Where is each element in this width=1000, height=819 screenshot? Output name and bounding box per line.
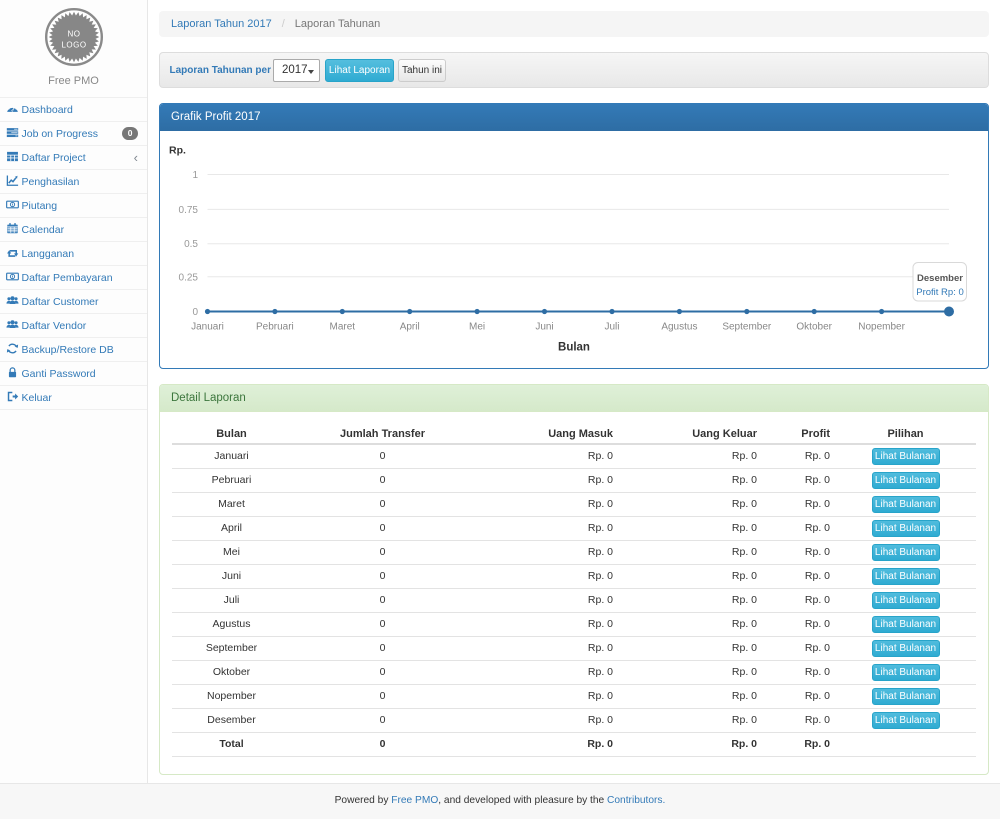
svg-text:Desember: Desember bbox=[917, 273, 963, 284]
svg-text:Maret: Maret bbox=[330, 322, 356, 333]
svg-text:0: 0 bbox=[192, 307, 198, 318]
svg-text:Nopember: Nopember bbox=[858, 322, 905, 333]
svg-text:Rp.: Rp. bbox=[169, 145, 186, 157]
svg-text:Juni: Juni bbox=[535, 322, 553, 333]
svg-text:Oktober: Oktober bbox=[796, 322, 832, 333]
svg-text:Mei: Mei bbox=[469, 322, 485, 333]
svg-text:0.5: 0.5 bbox=[184, 239, 198, 250]
svg-text:0.75: 0.75 bbox=[179, 205, 199, 216]
svg-text:April: April bbox=[400, 322, 420, 333]
svg-text:NO: NO bbox=[67, 30, 80, 39]
svg-text:1: 1 bbox=[192, 170, 198, 181]
svg-text:Juli: Juli bbox=[604, 322, 619, 333]
svg-text:Agustus: Agustus bbox=[661, 322, 697, 333]
svg-text:0.25: 0.25 bbox=[179, 272, 199, 283]
svg-text:Januari: Januari bbox=[191, 322, 224, 333]
svg-text:Bulan: Bulan bbox=[558, 342, 590, 354]
svg-text:Profit Rp: 0: Profit Rp: 0 bbox=[916, 287, 964, 298]
svg-text:LOGO: LOGO bbox=[61, 41, 86, 50]
svg-text:Pebruari: Pebruari bbox=[256, 322, 294, 333]
svg-text:September: September bbox=[722, 322, 772, 333]
